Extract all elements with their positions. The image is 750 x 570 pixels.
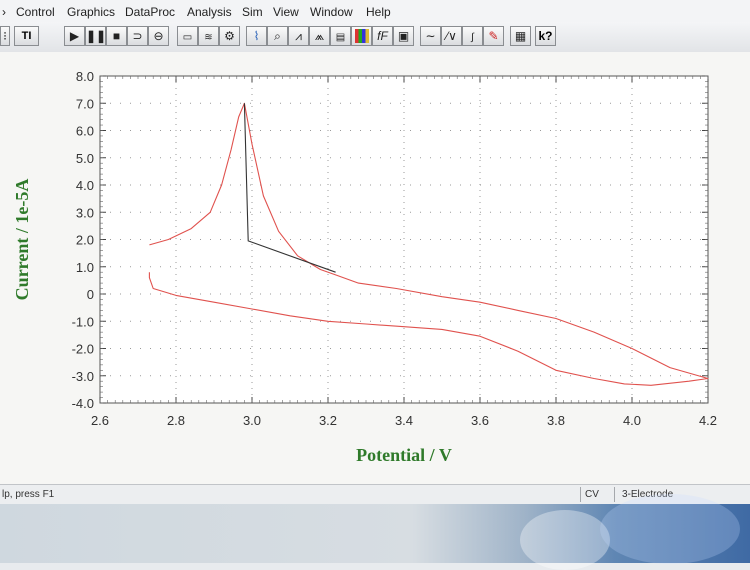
menu-window[interactable]: Window [310, 5, 353, 19]
zoom-button[interactable]: ⌕ [267, 26, 288, 46]
pause-icon: ❚❚ [86, 29, 107, 43]
smooth-button[interactable]: ∼ [420, 26, 441, 46]
status-divider [614, 487, 615, 502]
graph-icon: ⌇ [253, 29, 260, 43]
stop-button[interactable]: ■ [106, 26, 127, 46]
y-tick-label: 2.0 [76, 233, 94, 248]
settings-button[interactable]: ⚙ [219, 26, 240, 46]
x-axis-label: Potential / V [356, 445, 452, 465]
menu-analysis[interactable]: Analysis [187, 5, 232, 19]
derivative-icon: ⁄∨ [446, 29, 457, 43]
filter-button[interactable]: ⊖ [148, 26, 169, 46]
notes-button[interactable]: ▦ [510, 26, 531, 46]
graph-button[interactable]: ⌇ [246, 26, 267, 46]
x-tick-label: 3.6 [471, 413, 489, 428]
pen-button[interactable]: ✎ [483, 26, 504, 46]
print-button[interactable]: ▣ [393, 26, 414, 46]
menu-sim[interactable]: Sim [242, 5, 263, 19]
y-tick-label: 1.0 [76, 260, 94, 275]
y-tick-label: 0 [87, 287, 94, 302]
status-mode: CV [585, 489, 599, 500]
reverse-button[interactable]: ⊃ [127, 26, 148, 46]
integrate-button[interactable]: ∫ [462, 26, 483, 46]
smooth-icon: ∼ [425, 29, 436, 43]
status-help-text: lp, press F1 [2, 489, 55, 500]
y-tick-label: -3.0 [72, 369, 94, 384]
filter-icon: ⊖ [153, 29, 164, 43]
toolbar: ⁝ TI ▶ ❚❚ ■ ⊃ ⊖ ▭ ≋ ⚙ ⌇ ⌕ ⩘ ⩕ ▤ fF ▣ ∼ ⁄… [0, 22, 750, 53]
ti-icon: TI [21, 30, 32, 42]
color-icon [354, 29, 369, 43]
color-button[interactable] [351, 26, 372, 46]
gear-icon: ⚙ [224, 29, 235, 43]
help-cursor-button[interactable]: k? [535, 26, 556, 46]
special-plot-button[interactable]: ≋ [198, 26, 219, 46]
menu-control[interactable]: Control [16, 5, 55, 19]
ti-button[interactable]: TI [14, 26, 39, 46]
stop-icon: ■ [112, 29, 121, 43]
x-tick-label: 2.6 [91, 413, 109, 428]
help-cursor-icon: k? [538, 29, 553, 43]
menu-arrow-icon: › [2, 5, 6, 19]
x-tick-label: 4.0 [623, 413, 641, 428]
integrate-icon: ∫ [471, 32, 474, 43]
menu-graphics[interactable]: Graphics [67, 5, 115, 19]
y-tick-label: 8.0 [76, 69, 94, 84]
zoom-icon: ⌕ [274, 29, 281, 43]
plot-frame [99, 75, 709, 404]
y-axis-label: Current / 1e-5A [12, 179, 32, 301]
peak-find-icon: ⩕ [314, 29, 325, 43]
peak-button[interactable]: ⩘ [288, 26, 309, 46]
play-icon: ▶ [69, 29, 80, 43]
overlay-icon: ▤ [335, 32, 346, 43]
menu-dataproc[interactable]: DataProc [125, 5, 175, 19]
menu-view[interactable]: View [273, 5, 299, 19]
y-tick-label: -1.0 [72, 314, 94, 329]
peak-icon: ⩘ [295, 29, 302, 43]
fp-button[interactable]: fF [372, 26, 393, 46]
wallpaper-shape [600, 494, 740, 564]
parameters-button[interactable]: ▭ [177, 26, 198, 46]
toolbar-edge-icon[interactable]: ⁝ [0, 26, 10, 46]
y-tick-label: -2.0 [72, 342, 94, 357]
run-button[interactable]: ▶ [64, 26, 85, 46]
pen-icon: ✎ [488, 29, 499, 43]
y-tick-label: -4.0 [72, 396, 94, 411]
desktop-background [0, 494, 750, 570]
x-tick-label: 2.8 [167, 413, 185, 428]
x-tick-label: 3.0 [243, 413, 261, 428]
derivative-button[interactable]: ⁄∨ [441, 26, 462, 46]
y-tick-label: 3.0 [76, 205, 94, 220]
y-tick-label: 6.0 [76, 124, 94, 139]
special-plot-icon: ≋ [204, 32, 213, 43]
pause-button[interactable]: ❚❚ [85, 26, 106, 46]
cv-chart[interactable]: 2.6 2.8 3.0 3.2 3.4 3.6 3.8 4.0 4.2 8.0 7.0 6.0 5.0 4… [0, 52, 750, 484]
overlay-button[interactable]: ▤ [330, 26, 351, 46]
y-tick-label: 5.0 [76, 151, 94, 166]
parameters-icon: ▭ [182, 32, 193, 43]
fp-icon: fF [377, 29, 388, 43]
x-tick-label: 3.8 [547, 413, 565, 428]
print-icon: ▣ [397, 29, 410, 43]
y-tick-label: 4.0 [76, 178, 94, 193]
x-tick-label: 3.4 [395, 413, 413, 428]
x-tick-label: 3.2 [319, 413, 337, 428]
menu-bar: › Control Graphics DataProc Analysis Sim… [0, 0, 750, 23]
peak-find-button[interactable]: ⩕ [309, 26, 330, 46]
notes-icon: ▦ [514, 29, 527, 43]
wallpaper-shape [520, 510, 610, 570]
y-tick-label: 7.0 [76, 96, 94, 111]
reverse-icon: ⊃ [132, 29, 143, 43]
status-divider [580, 487, 581, 502]
plot-area: 2.6 2.8 3.0 3.2 3.4 3.6 3.8 4.0 4.2 8.0 7.0 6.0 5.0 4… [0, 52, 750, 484]
menu-help[interactable]: Help [366, 5, 391, 19]
x-tick-label: 4.2 [699, 413, 717, 428]
